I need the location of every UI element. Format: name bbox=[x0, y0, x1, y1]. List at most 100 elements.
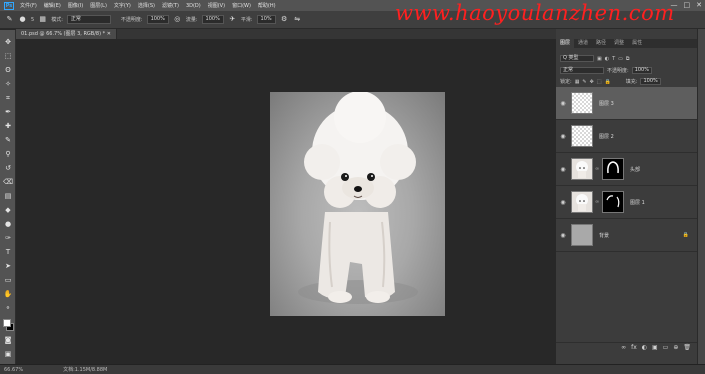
brush-settings-icon[interactable]: ▦ bbox=[38, 15, 47, 24]
menu-type[interactable]: 文字(Y) bbox=[114, 2, 131, 9]
menu-layer[interactable]: 图层(L) bbox=[90, 2, 107, 9]
move-tool-icon[interactable]: ✥ bbox=[3, 38, 13, 47]
lock-artboard-icon[interactable]: ⬚ bbox=[597, 79, 602, 85]
new-layer-icon[interactable]: ⊕ bbox=[673, 343, 678, 352]
layer-row[interactable]: ◉ 背景 🔒 bbox=[556, 219, 697, 252]
lock-icon: 🔒 bbox=[682, 232, 689, 238]
crop-tool-icon[interactable]: ⌗ bbox=[3, 94, 13, 103]
menu-image[interactable]: 图像(I) bbox=[68, 2, 83, 9]
tab-layers[interactable]: 图层 bbox=[556, 39, 575, 48]
adjustment-layer-icon[interactable]: ▣ bbox=[652, 343, 658, 352]
eraser-tool-icon[interactable]: ⌫ bbox=[3, 178, 13, 187]
symmetry-icon[interactable]: ⇋ bbox=[293, 15, 302, 24]
zoom-level[interactable]: 66.67% bbox=[4, 367, 23, 373]
airbrush-icon[interactable]: ✈ bbox=[228, 15, 237, 24]
filter-type-icon[interactable]: T bbox=[612, 56, 615, 62]
brush-tool-icon[interactable]: ✎ bbox=[5, 15, 14, 24]
pressure-opacity-icon[interactable]: ◎ bbox=[173, 15, 182, 24]
smoothing-field[interactable]: 10% bbox=[256, 15, 276, 24]
brush-tool-icon[interactable]: ✎ bbox=[3, 136, 13, 145]
magic-wand-tool-icon[interactable]: ✧ bbox=[3, 80, 13, 89]
shape-tool-icon[interactable]: ▭ bbox=[3, 276, 13, 285]
fill-field[interactable]: 100% bbox=[640, 78, 661, 85]
tab-channels[interactable]: 通道 bbox=[574, 39, 592, 48]
layer-name[interactable]: 图层 2 bbox=[599, 133, 614, 140]
add-mask-icon[interactable]: ◐ bbox=[642, 343, 647, 352]
brush-preset-icon[interactable]: ● bbox=[18, 15, 27, 24]
layer-name[interactable]: 图层 1 bbox=[630, 199, 645, 206]
visibility-eye-icon[interactable]: ◉ bbox=[558, 166, 568, 173]
filter-shape-icon[interactable]: ▭ bbox=[618, 56, 623, 62]
tab-paths[interactable]: 路径 bbox=[592, 39, 610, 48]
link-layers-icon[interactable]: ∞ bbox=[621, 343, 626, 352]
layer-row[interactable]: ◉ ∞ 头部 bbox=[556, 153, 697, 186]
menu-3d[interactable]: 3D(D) bbox=[186, 3, 201, 9]
lasso-tool-icon[interactable]: ʘ bbox=[3, 66, 13, 75]
layer-row[interactable]: ◉ 图层 2 bbox=[556, 120, 697, 153]
tab-adjustments[interactable]: 调整 bbox=[610, 39, 628, 48]
layer-opacity-field[interactable]: 100% bbox=[631, 67, 652, 74]
tab-properties[interactable]: 属性 bbox=[628, 39, 646, 48]
blend-mode-select[interactable]: 正常 bbox=[560, 67, 604, 74]
mode-label: 模式: bbox=[51, 17, 63, 23]
visibility-eye-icon[interactable]: ◉ bbox=[558, 133, 568, 140]
link-icon[interactable]: ∞ bbox=[595, 199, 599, 205]
collapsed-panel-strip[interactable] bbox=[697, 29, 705, 364]
path-selection-tool-icon[interactable]: ➤ bbox=[3, 262, 13, 271]
menu-window[interactable]: 窗口(W) bbox=[232, 2, 251, 9]
filter-adjustment-icon[interactable]: ◐ bbox=[605, 56, 609, 62]
watermark: www.haoyoulanzhen.com bbox=[395, 1, 675, 25]
layer-filter-select[interactable]: Q 类型 bbox=[560, 55, 594, 62]
marquee-tool-icon[interactable]: ⬚ bbox=[3, 52, 13, 61]
type-tool-icon[interactable]: T bbox=[3, 248, 13, 257]
maximize-button[interactable]: □ bbox=[684, 1, 691, 10]
visibility-eye-icon[interactable]: ◉ bbox=[558, 199, 568, 206]
filter-pixel-icon[interactable]: ▣ bbox=[597, 56, 602, 62]
layer-row[interactable]: ◉ ∞ 图层 1 bbox=[556, 186, 697, 219]
quick-mask-icon[interactable]: ◙ bbox=[3, 336, 13, 345]
menu-file[interactable]: 文件(F) bbox=[20, 2, 37, 9]
menu-filter[interactable]: 滤镜(T) bbox=[162, 2, 179, 9]
zoom-tool-icon[interactable]: ⚬ bbox=[3, 304, 13, 313]
delete-layer-icon[interactable]: 🗑 bbox=[683, 343, 691, 352]
menu-select[interactable]: 选择(S) bbox=[138, 2, 155, 9]
eyedropper-tool-icon[interactable]: ✒ bbox=[3, 108, 13, 117]
screen-mode-icon[interactable]: ▣ bbox=[3, 350, 13, 359]
hand-tool-icon[interactable]: ✋ bbox=[3, 290, 13, 299]
layer-mask-thumbnail[interactable] bbox=[602, 158, 624, 180]
dodge-tool-icon[interactable]: ● bbox=[3, 220, 13, 229]
visibility-eye-icon[interactable]: ◉ bbox=[558, 232, 568, 239]
new-group-icon[interactable]: ▭ bbox=[663, 343, 669, 352]
layer-style-icon[interactable]: fx bbox=[631, 343, 637, 352]
menu-view[interactable]: 视图(V) bbox=[208, 2, 225, 9]
layer-row[interactable]: ◉ 图层 3 bbox=[556, 87, 697, 120]
blur-tool-icon[interactable]: ◆ bbox=[3, 206, 13, 215]
gradient-tool-icon[interactable]: ▤ bbox=[3, 192, 13, 201]
gear-icon[interactable]: ⚙ bbox=[280, 15, 289, 24]
layer-filter-row: Q 类型 ▣ ◐ T ▭ ⧉ bbox=[560, 54, 629, 63]
lock-move-icon[interactable]: ✥ bbox=[590, 79, 594, 85]
layer-mask-thumbnail[interactable] bbox=[602, 191, 624, 213]
foreground-color-swatch[interactable] bbox=[3, 319, 11, 327]
visibility-eye-icon[interactable]: ◉ bbox=[558, 100, 568, 107]
layer-name[interactable]: 头部 bbox=[630, 166, 640, 173]
filter-smart-icon[interactable]: ⧉ bbox=[626, 56, 630, 62]
document-tab[interactable]: 01.psd @ 66.7% (图层 3, RGB/8) * ✕ bbox=[16, 29, 117, 39]
lock-all-icon[interactable]: 🔒 bbox=[605, 79, 611, 85]
link-icon[interactable]: ∞ bbox=[595, 166, 599, 172]
healing-brush-tool-icon[interactable]: ✚ bbox=[3, 122, 13, 131]
layer-name[interactable]: 背景 bbox=[599, 232, 609, 239]
close-window-button[interactable]: ✕ bbox=[696, 1, 702, 10]
clone-stamp-tool-icon[interactable]: ⚲ bbox=[3, 150, 13, 159]
canvas-image[interactable] bbox=[270, 92, 445, 316]
layer-name[interactable]: 图层 3 bbox=[599, 100, 614, 107]
history-brush-tool-icon[interactable]: ↺ bbox=[3, 164, 13, 173]
pen-tool-icon[interactable]: ✑ bbox=[3, 234, 13, 243]
menu-edit[interactable]: 编辑(E) bbox=[44, 2, 61, 9]
flow-field[interactable]: 100% bbox=[201, 15, 224, 24]
mode-select[interactable]: 正常 bbox=[66, 15, 111, 24]
opacity-field[interactable]: 100% bbox=[146, 15, 169, 24]
lock-paint-icon[interactable]: ✎ bbox=[582, 79, 586, 85]
menu-help[interactable]: 帮助(H) bbox=[258, 2, 276, 9]
lock-transparent-icon[interactable]: ▦ bbox=[575, 79, 580, 85]
